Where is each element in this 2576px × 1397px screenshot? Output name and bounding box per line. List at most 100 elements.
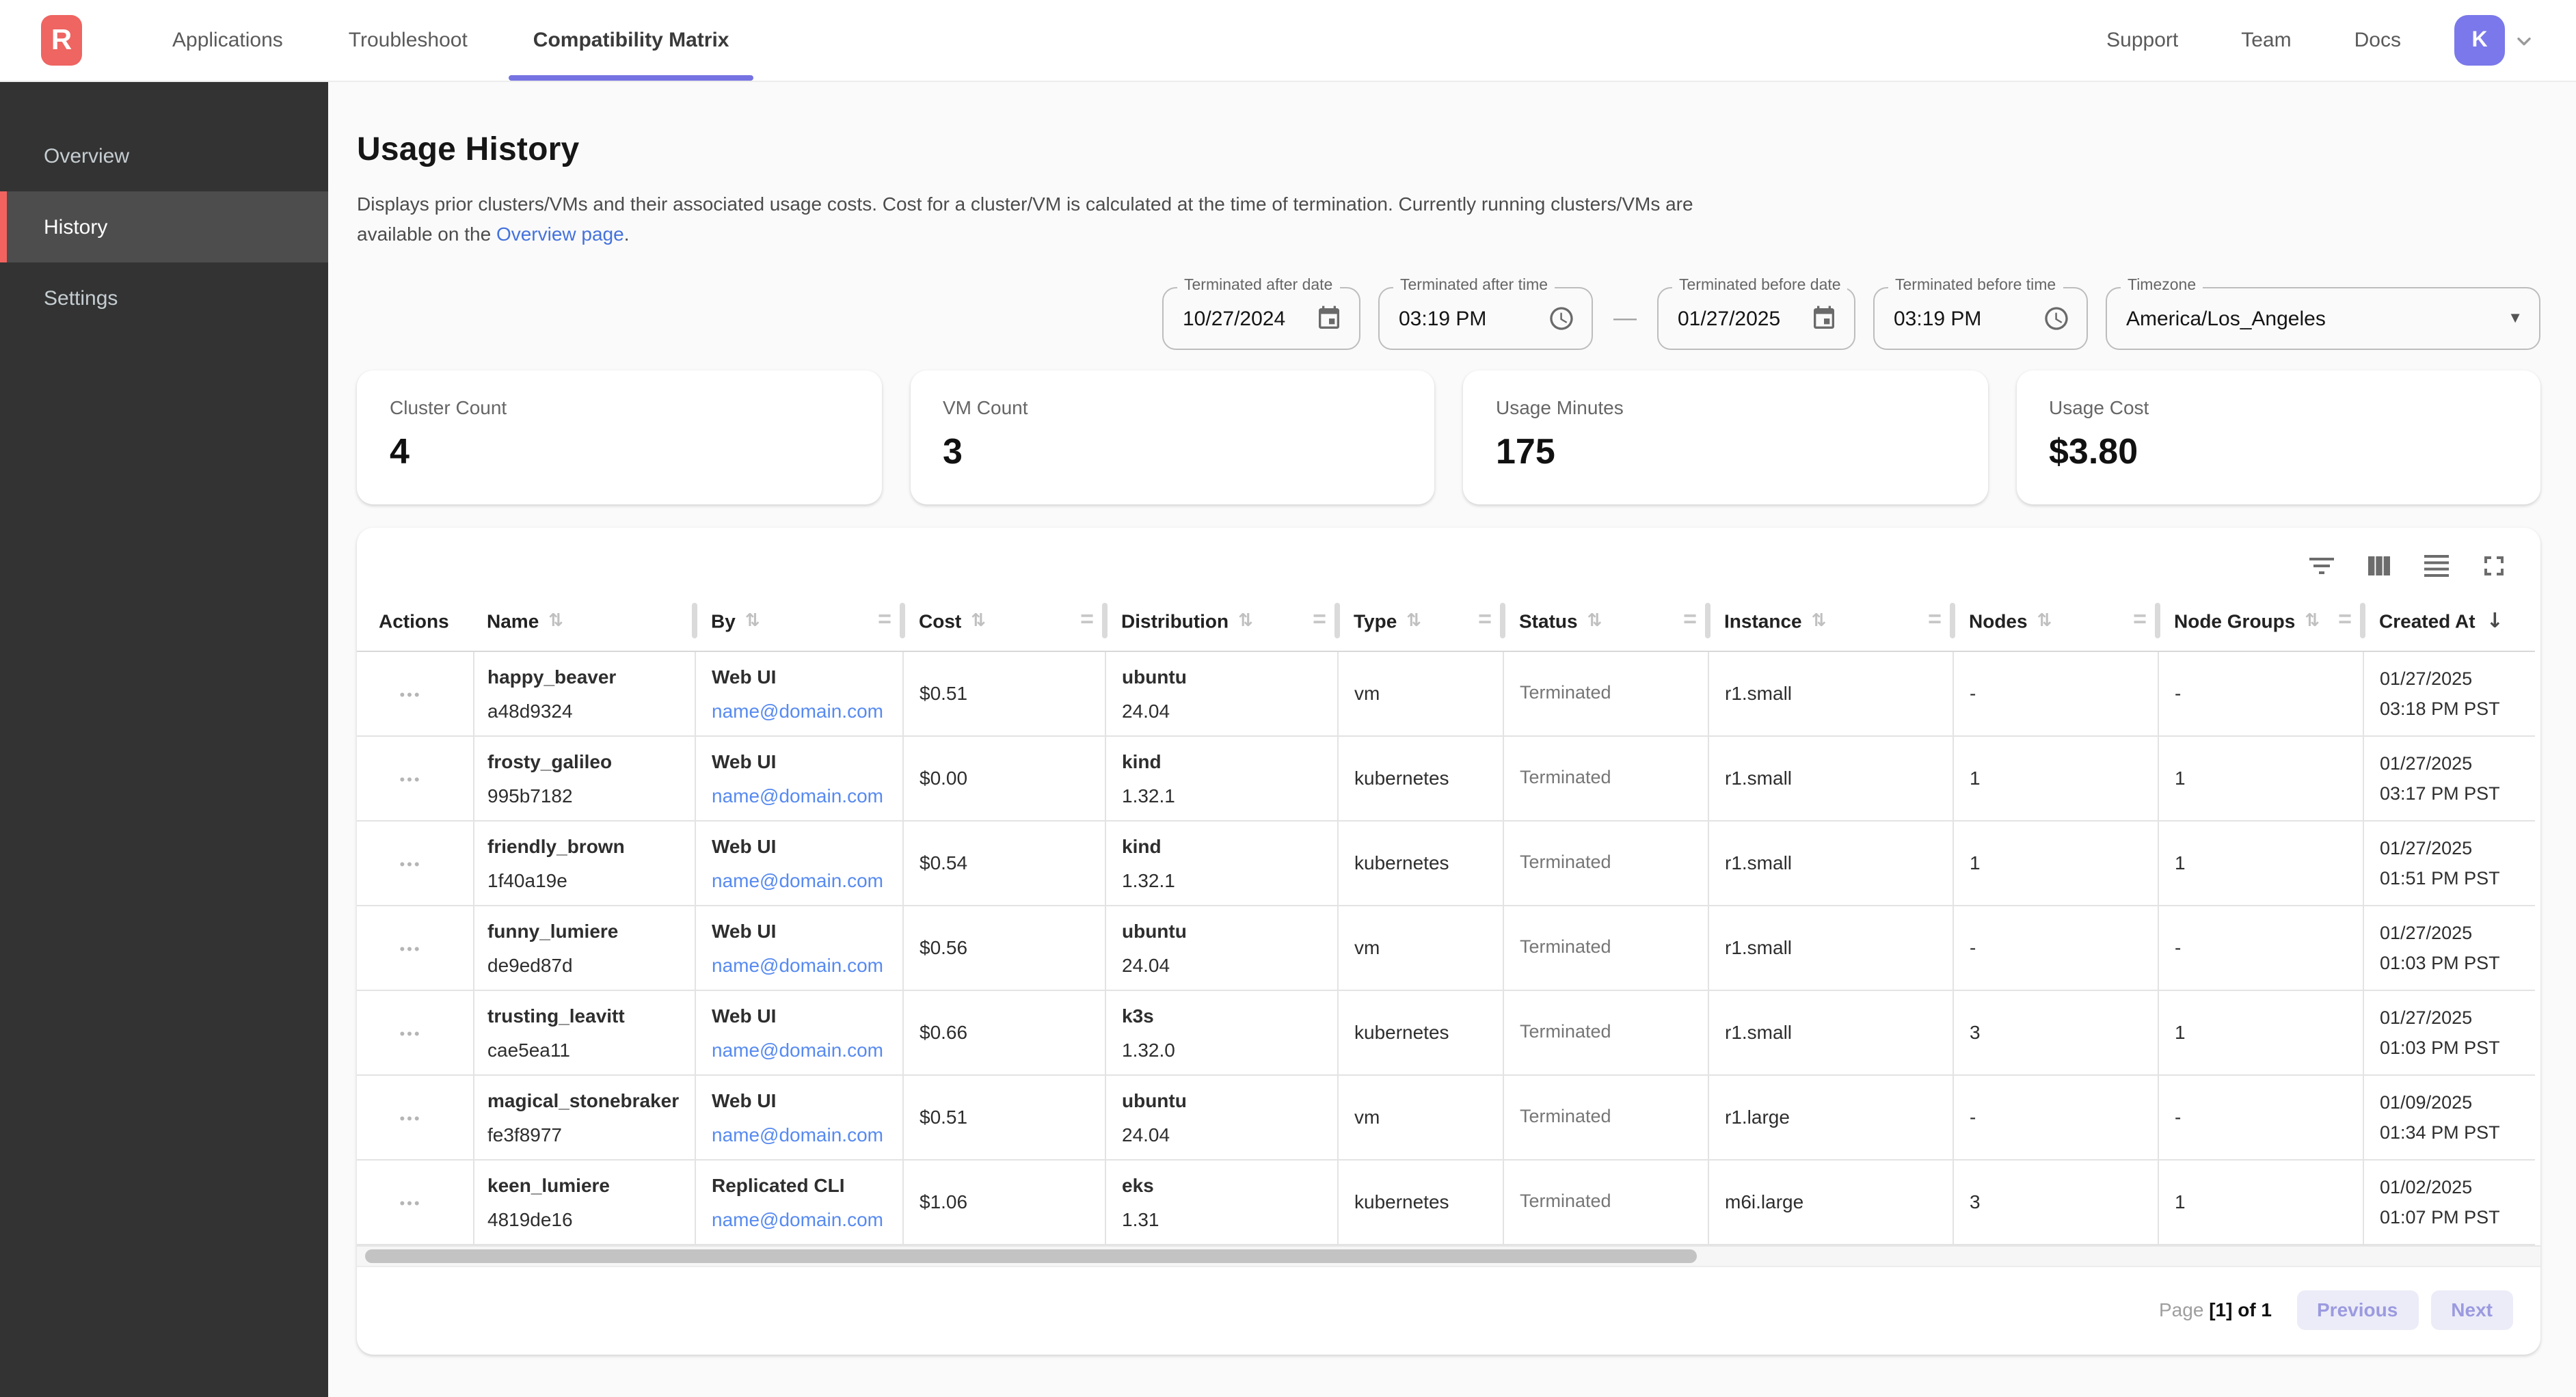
- columns-icon[interactable]: [2363, 550, 2396, 582]
- nav-item-troubleshoot[interactable]: Troubleshoot: [316, 0, 500, 81]
- cell-instance: r1.small: [1708, 651, 1953, 735]
- sidebar-item-history[interactable]: History: [0, 191, 328, 262]
- column-header-cost[interactable]: Cost⇅=: [902, 591, 1105, 651]
- column-header-node-groups[interactable]: Node Groups⇅=: [2158, 591, 2363, 651]
- nav-item-compatibility-matrix[interactable]: Compatibility Matrix: [500, 0, 762, 81]
- cell-text: kubernetes: [1354, 1188, 1494, 1215]
- column-drag-handle-icon[interactable]: =: [1683, 606, 1697, 633]
- timezone-select[interactable]: Timezone America/Los_Angeles ▼: [2106, 287, 2540, 350]
- sort-icon[interactable]: ⇅: [1238, 611, 1253, 632]
- cell-instance: r1.small: [1708, 905, 1953, 990]
- column-drag-handle-icon[interactable]: =: [2133, 606, 2147, 633]
- column-drag-handle-icon[interactable]: =: [1928, 606, 1942, 633]
- clock-icon[interactable]: [1548, 305, 1575, 332]
- primary-nav: Applications Troubleshoot Compatibility …: [139, 0, 762, 81]
- column-header-status[interactable]: Status⇅=: [1503, 591, 1708, 651]
- row-actions-button[interactable]: •••: [399, 942, 421, 958]
- row-email-link[interactable]: name@domain.com: [712, 951, 894, 978]
- replicated-logo[interactable]: R: [41, 15, 82, 66]
- column-header-created-at[interactable]: Created At↓: [2363, 591, 2535, 651]
- column-drag-handle-icon[interactable]: =: [1313, 606, 1326, 633]
- cell-status: Terminated: [1503, 1159, 1708, 1244]
- column-header-name[interactable]: Name⇅: [473, 591, 695, 651]
- chevron-down-icon[interactable]: [2513, 29, 2535, 51]
- density-icon[interactable]: [2420, 550, 2453, 582]
- row-email-link[interactable]: name@domain.com: [712, 866, 894, 893]
- filter-icon[interactable]: [2305, 550, 2338, 582]
- cell-node-groups: -: [2158, 905, 2363, 990]
- terminated-before-time-input[interactable]: [1894, 307, 2035, 330]
- nav-item-applications[interactable]: Applications: [139, 0, 316, 81]
- terminated-after-time-input[interactable]: [1399, 307, 1540, 330]
- row-email-link[interactable]: name@domain.com: [712, 1120, 894, 1148]
- cell-text: keen_lumiere: [487, 1171, 691, 1198]
- sort-icon[interactable]: ⇅: [1406, 611, 1421, 632]
- column-drag-handle-icon[interactable]: =: [1478, 606, 1492, 633]
- cell-text: 01:51 PM PST: [2380, 865, 2527, 891]
- row-email-link[interactable]: name@domain.com: [712, 781, 894, 809]
- sort-icon[interactable]: ⇅: [2305, 611, 2320, 632]
- sort-icon[interactable]: ⇅: [548, 611, 563, 632]
- row-email-link[interactable]: name@domain.com: [712, 1035, 894, 1063]
- sort-icon[interactable]: ⇅: [971, 611, 986, 632]
- sort-icon[interactable]: ⇅: [2037, 611, 2052, 632]
- terminated-after-date-input[interactable]: [1183, 307, 1307, 330]
- nav-item-team[interactable]: Team: [2210, 29, 2322, 52]
- calendar-icon[interactable]: [1315, 305, 1343, 332]
- column-header-by[interactable]: By⇅=: [695, 591, 902, 651]
- cell-nodes: -: [1953, 1074, 2158, 1159]
- row-actions-button[interactable]: •••: [399, 688, 421, 704]
- column-drag-handle-icon[interactable]: =: [1080, 606, 1094, 633]
- sidebar-item-settings[interactable]: Settings: [0, 262, 328, 334]
- column-header-nodes[interactable]: Nodes⇅=: [1953, 591, 2158, 651]
- row-email-link[interactable]: name@domain.com: [712, 696, 894, 724]
- terminated-before-time-field[interactable]: Terminated before time: [1873, 287, 2088, 350]
- table-row: •••magical_stonebrakerfe3f8977Web UIname…: [357, 1074, 2535, 1159]
- sort-icon[interactable]: ⇅: [1587, 611, 1602, 632]
- terminated-before-date-input[interactable]: [1678, 307, 1802, 330]
- column-drag-handle-icon[interactable]: =: [2338, 606, 2352, 633]
- nav-item-support[interactable]: Support: [2075, 29, 2210, 52]
- sidebar-item-overview[interactable]: Overview: [0, 120, 328, 191]
- calendar-icon[interactable]: [1810, 305, 1838, 332]
- cell-text: Terminated: [1520, 1018, 1699, 1046]
- row-actions-button[interactable]: •••: [399, 1111, 421, 1128]
- next-page-button[interactable]: Next: [2430, 1290, 2513, 1329]
- terminated-after-time-field[interactable]: Terminated after time: [1378, 287, 1593, 350]
- sort-icon[interactable]: ⇅: [745, 611, 760, 632]
- stat-value: $3.80: [2049, 431, 2508, 473]
- sort-icon[interactable]: ⇅: [1812, 611, 1827, 632]
- row-actions-button[interactable]: •••: [399, 1196, 421, 1212]
- sorted-desc-icon[interactable]: ↓: [2486, 608, 2504, 633]
- cell-text: $0.51: [920, 1103, 1096, 1130]
- page-total: of 1: [2238, 1299, 2272, 1320]
- app-root: R Applications Troubleshoot Compatibilit…: [0, 0, 2576, 1397]
- column-header-instance[interactable]: Instance⇅=: [1708, 591, 1953, 651]
- column-drag-handle-icon[interactable]: =: [878, 606, 891, 633]
- row-actions-button[interactable]: •••: [399, 772, 421, 789]
- cell-text: happy_beaver: [487, 662, 691, 690]
- cell-cost: $1.06: [902, 1159, 1105, 1244]
- cell-text: 03:17 PM PST: [2380, 780, 2527, 806]
- clock-icon[interactable]: [2043, 305, 2070, 332]
- cell-text: -: [1970, 1103, 2149, 1130]
- cell-distribution: k3s1.32.0: [1105, 990, 1337, 1074]
- terminated-before-date-field[interactable]: Terminated before date: [1657, 287, 1855, 350]
- caret-down-icon[interactable]: ▼: [2508, 310, 2523, 327]
- nav-item-docs[interactable]: Docs: [2323, 29, 2432, 52]
- avatar[interactable]: K: [2454, 15, 2505, 66]
- previous-page-button[interactable]: Previous: [2296, 1290, 2418, 1329]
- terminated-after-date-field[interactable]: Terminated after date: [1162, 287, 1360, 350]
- cell-status: Terminated: [1503, 735, 1708, 820]
- overview-page-link[interactable]: Overview page: [496, 223, 624, 245]
- column-header-distribution[interactable]: Distribution⇅=: [1105, 591, 1337, 651]
- row-email-link[interactable]: name@domain.com: [712, 1205, 894, 1232]
- scrollbar-thumb[interactable]: [365, 1249, 1697, 1262]
- fullscreen-icon[interactable]: [2478, 550, 2510, 582]
- column-header-type[interactable]: Type⇅=: [1337, 591, 1503, 651]
- row-actions-button[interactable]: •••: [399, 857, 421, 873]
- cell-text: Web UI: [712, 662, 894, 690]
- row-actions-button[interactable]: •••: [399, 1027, 421, 1043]
- table-toolbar: [357, 528, 2540, 591]
- horizontal-scrollbar[interactable]: [357, 1245, 2540, 1266]
